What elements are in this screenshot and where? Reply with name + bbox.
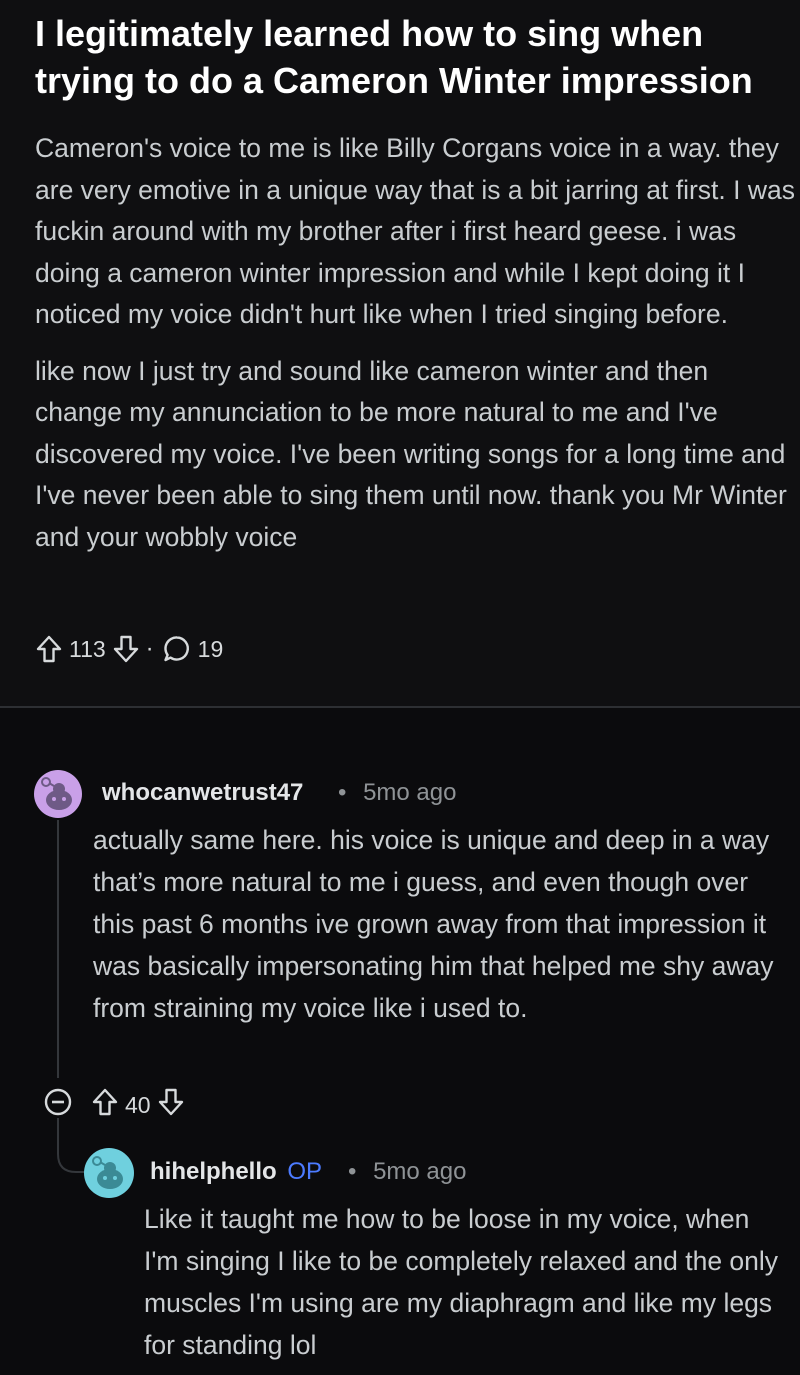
comment-body: Like it taught me how to be loose in my … — [144, 1204, 779, 1360]
post-card: I legitimately learned how to sing when … — [0, 0, 800, 706]
comment-body: actually same here. his voice is unique … — [93, 825, 774, 1023]
post-score: 113 — [69, 635, 106, 662]
separator-dot: • — [338, 779, 347, 806]
post-action-bar: 113 · 19 — [35, 629, 229, 669]
comment-meta: • 5mo ago — [338, 779, 456, 807]
divider — [0, 706, 800, 708]
reply-connector — [57, 1118, 85, 1173]
downvote-icon[interactable] — [112, 634, 140, 664]
avatar[interactable] — [84, 1148, 134, 1198]
downvote-icon[interactable] — [157, 1087, 185, 1123]
comment-meta: • 5mo ago — [348, 1158, 466, 1186]
comment-score: 40 — [125, 1091, 151, 1118]
comment-age: 5mo ago — [363, 779, 457, 806]
comment-username[interactable]: whocanwetrust47 — [102, 779, 303, 807]
comment-username[interactable]: hihelphello OP — [150, 1158, 322, 1186]
comment-icon[interactable] — [162, 634, 192, 664]
separator-dot: • — [348, 1158, 357, 1185]
post-body: Cameron's voice to me is like Billy Corg… — [35, 128, 795, 573]
avatar[interactable] — [34, 770, 82, 818]
post-title[interactable]: I legitimately learned how to sing when … — [35, 10, 795, 104]
post-paragraph: like now I just try and sound like camer… — [35, 355, 787, 552]
comment-age: 5mo ago — [373, 1158, 467, 1185]
upvote-icon[interactable] — [35, 634, 63, 664]
comment-count: 19 — [197, 635, 224, 662]
op-badge: OP — [287, 1158, 323, 1185]
post-paragraph: Cameron's voice to me is like Billy Corg… — [35, 133, 795, 329]
separator-dot: · — [145, 635, 154, 662]
reply-username[interactable]: hihelphello — [150, 1158, 277, 1185]
thread-line[interactable] — [57, 820, 59, 1078]
upvote-icon[interactable] — [91, 1087, 119, 1123]
